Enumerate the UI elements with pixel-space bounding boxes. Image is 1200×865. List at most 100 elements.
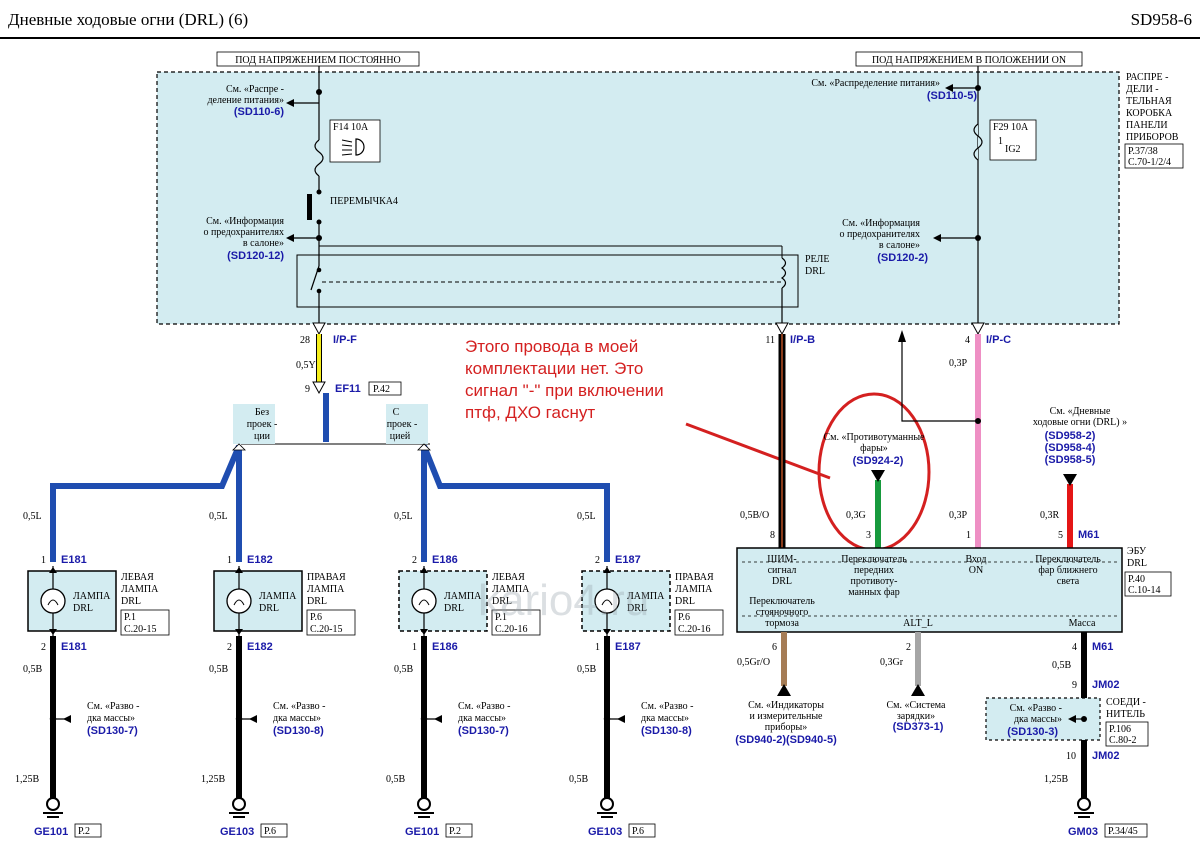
- lamp-circuit-3: 0,5L2 E186ЛАМПАDRLЛЕВАЯЛАМПАDRLP.1C.20-16…: [386, 511, 541, 838]
- arrow-icon: [249, 715, 257, 723]
- lamp-bottom-pin: 2: [41, 642, 46, 653]
- fuse-right-pin: 1: [998, 136, 1003, 147]
- wire-05b: 0,5B: [577, 664, 597, 675]
- joint-label-2: НИТЕЛЬ: [1106, 709, 1145, 720]
- annotation-line-1: Этого провода в моей: [465, 337, 638, 356]
- ecu-parking-3: тормоза: [765, 618, 799, 629]
- junction-box-title-5: ПАНЕЛИ: [1126, 120, 1168, 131]
- lamp-name-2: ЛАМПА: [675, 584, 713, 595]
- arrow-icon: [63, 715, 71, 723]
- ecu-title-2: DRL: [1127, 558, 1147, 569]
- power-constant-label: ПОД НАПРЯЖЕНИЕМ ПОСТОЯННО: [235, 55, 401, 66]
- lamp-ref-2: C.20-16: [495, 624, 528, 635]
- arrow-up-icon: [911, 684, 925, 696]
- relay-label-1: РЕЛЕ: [805, 254, 829, 265]
- see-power-left-2: деление питания»: [207, 95, 284, 106]
- lamp-circuit-1: 0,5L1 E181ЛАМПАDRLЛЕВАЯЛАМПАDRLP.1C.20-15…: [15, 511, 170, 838]
- ground-see-1: См. «Разво -: [458, 701, 510, 712]
- ecu-input-wires: 0,5B/O 8 0,3P 0,3P 1 0,3G 3 См. «Противо…: [740, 330, 1127, 548]
- wire-05bo: 0,5B/O: [740, 510, 769, 521]
- lamp-ref-1: P.1: [124, 612, 136, 623]
- see-power-right: См. «Распределение питания»: [811, 78, 940, 89]
- lamp-top-pin: 1: [41, 555, 46, 566]
- ecu-parking-2: стояночного: [756, 607, 808, 618]
- lamp-name-1: ЛЕВАЯ: [121, 572, 154, 583]
- ecu-ground-circuit: 4 M61 0,5B 9 JM02 См. «Разво - дка массы…: [985, 632, 1149, 838]
- joint-label-1: СОЕДИ -: [1106, 697, 1146, 708]
- ipb-pin: 11: [765, 335, 775, 346]
- gauges-see-3: приборы»: [765, 722, 808, 733]
- ecu-low-beam-2: фар ближнего: [1038, 565, 1097, 576]
- ecu-pin-3: 3: [866, 530, 871, 541]
- ef11-connector: EF11: [335, 383, 361, 395]
- drl-ecu: ЭБУ DRL P.40 C.10-14 ШИМ- сигнал DRL Пер…: [736, 546, 1172, 633]
- lamp-name-3: DRL: [307, 596, 327, 607]
- junction-box-ref-1: P.37/38: [1128, 146, 1158, 157]
- option-no-proj-3: ции: [254, 431, 271, 442]
- see-fuses-left-1: См. «Информация: [206, 216, 284, 227]
- see-fuses-right-3: в салоне»: [879, 240, 920, 251]
- jumper-icon: [307, 194, 312, 220]
- see-power-right-code: (SD110-5): [927, 90, 977, 102]
- lamp-name-3: DRL: [675, 596, 695, 607]
- arrow-down-icon: [871, 470, 885, 482]
- watermark: kario4.ru: [478, 576, 649, 625]
- ground-icon: [414, 797, 434, 818]
- lamp-bottom-connector: E186: [432, 641, 458, 653]
- lamp-inner-1: ЛАМПА: [444, 591, 482, 602]
- ecu-pin-5: 5: [1058, 530, 1063, 541]
- ground-ref: P.2: [78, 826, 90, 837]
- lamp-inner-2: DRL: [259, 603, 279, 614]
- ipf-connector: I/P-F: [333, 334, 357, 346]
- lamp-bottom-pin: 1: [412, 642, 417, 653]
- junction-box-title-1: РАСПРЕ -: [1126, 72, 1168, 83]
- ground-see-code: (SD130-7): [458, 725, 509, 737]
- lamp-circuit-4: 0,5L2 E187ЛАМПАDRLПРАВАЯЛАМПАDRLP.6C.20-1…: [569, 511, 724, 838]
- ground-see-code: (SD130-8): [273, 725, 324, 737]
- fuse-right-label: F29 10A: [993, 122, 1029, 133]
- lamp-name-1: ПРАВАЯ: [307, 572, 346, 583]
- ground-name: GE101: [405, 826, 439, 838]
- wire-05y: 0,5Y: [296, 360, 316, 371]
- ecu-m61-top: M61: [1078, 529, 1099, 541]
- annotation-line-3: сигнал "-" при включении: [465, 381, 664, 400]
- wire-03p-top: 0,3P: [949, 358, 968, 369]
- ground-icon: [1074, 797, 1094, 818]
- ipf-pin: 28: [300, 335, 310, 346]
- wire-ground-gauge: 0,5B: [386, 774, 406, 785]
- ecu-output-wires: 6 0,5Gr/O См. «Индикаторы и измерительны…: [735, 632, 946, 746]
- ground-see-code: (SD130-7): [87, 725, 138, 737]
- fuse-left-label: F14 10A: [333, 122, 369, 133]
- arrow-down-icon: [1063, 474, 1077, 486]
- lamp-ref-1: P.6: [678, 612, 690, 623]
- fog-see-code: (SD924-2): [853, 455, 904, 467]
- bulb-icon: [226, 588, 252, 614]
- jm02-b: JM02: [1092, 750, 1120, 762]
- power-on-label: ПОД НАПРЯЖЕНИЕМ В ПОЛОЖЕНИИ ON: [872, 55, 1066, 66]
- see-fuses-left-code: (SD120-12): [227, 250, 284, 262]
- lamp-name-3: DRL: [121, 596, 141, 607]
- ecu-ref-1: P.40: [1128, 574, 1145, 585]
- lamp-name-2: ЛАМПА: [307, 584, 345, 595]
- junction-box-frame: [156, 71, 1120, 325]
- option-with-proj-2: проек -: [387, 419, 418, 430]
- wire-05b: 0,5B: [209, 664, 229, 675]
- annotation-arrow: [685, 422, 831, 480]
- lamp-circuit-2: 0,5L1 E182ЛАМПАDRLПРАВАЯЛАМПАDRLP.6C.20-1…: [201, 511, 356, 838]
- lamp-name-2: ЛАМПА: [121, 584, 159, 595]
- lamp-top-pin: 1: [227, 555, 232, 566]
- lamp-ref-2: C.20-15: [124, 624, 157, 635]
- ground-see-1: См. «Разво -: [641, 701, 693, 712]
- junction-box-title-6: ПРИБОРОВ: [1126, 132, 1179, 143]
- wire-03gr: 0,3Gr: [880, 657, 904, 668]
- wire-05l: 0,5L: [577, 511, 596, 522]
- ipc-connector: I/P-C: [986, 334, 1011, 346]
- option-with-proj-3: цией: [390, 431, 411, 442]
- ground-icon: [43, 797, 63, 818]
- gauges-code: (SD940-2)(SD940-5): [735, 734, 837, 746]
- ecu-pwm-2: сигнал: [768, 565, 797, 576]
- lamp-top-connector: E187: [615, 554, 641, 566]
- lamp-top-connector: E181: [61, 554, 87, 566]
- lamp-top-pin: 2: [412, 555, 417, 566]
- joint-ref-2: C.80-2: [1109, 735, 1137, 746]
